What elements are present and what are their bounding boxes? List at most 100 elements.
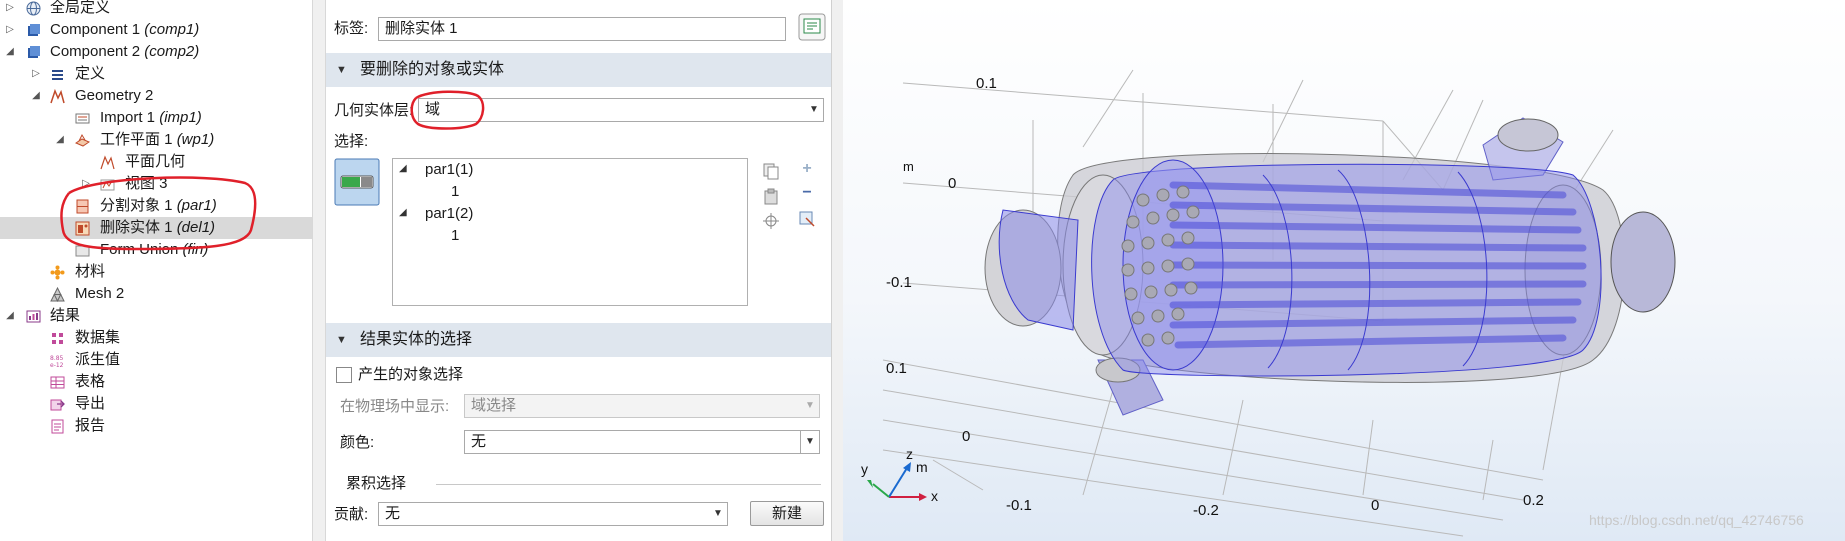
- expand-icon[interactable]: ▷: [4, 19, 16, 41]
- x-tick-label: 0: [1371, 497, 1380, 514]
- selection-list-item[interactable]: par1(2): [425, 205, 473, 222]
- x-tick-label: -0.2: [1193, 502, 1219, 519]
- paste-selection-icon[interactable]: [762, 188, 780, 206]
- tree-item-import-1[interactable]: Import 1 (imp1): [0, 107, 312, 129]
- z-tick-label: 0: [948, 175, 957, 192]
- tree-item-label: 全局定义: [50, 0, 111, 16]
- collapse-icon[interactable]: ◢: [54, 129, 66, 151]
- tree-item-component-2[interactable]: ◢ Component 2 (comp2): [0, 41, 312, 63]
- section-objects-to-delete[interactable]: ▼ 要删除的对象或实体: [326, 53, 831, 87]
- collapse-icon[interactable]: ◢: [399, 207, 407, 218]
- red-annotation-circle: [60, 176, 257, 251]
- selection-list-item[interactable]: 1: [451, 183, 459, 200]
- show-in-physics-select[interactable]: 域选择 ▼: [464, 394, 820, 418]
- color-select[interactable]: 无 ▼: [464, 430, 820, 454]
- chevron-down-icon[interactable]: ▼: [805, 99, 823, 121]
- tree-item-reports[interactable]: 报告: [0, 415, 312, 437]
- triad-m-label: m: [916, 459, 928, 475]
- tree-item-geometry-2[interactable]: ◢ Geometry 2: [0, 85, 312, 107]
- collapse-icon[interactable]: ◢: [399, 163, 407, 174]
- copy-selection-icon[interactable]: [762, 162, 780, 180]
- build-selected-icon[interactable]: [798, 13, 826, 41]
- svg-text:8.85: 8.85: [50, 355, 64, 362]
- selection-list[interactable]: ◢ par1(1) 1 ◢ par1(2) 1: [392, 158, 748, 306]
- z-tick-label: -0.1: [886, 274, 912, 291]
- tree-item-tables[interactable]: 表格: [0, 371, 312, 393]
- model-builder-tree: ▷ 全局定义 ▷ Component 1 (comp1) ◢ Component…: [0, 0, 312, 541]
- new-button[interactable]: 新建: [750, 501, 824, 526]
- settings-panel: 标签: 删除实体 1 ▼ 要删除的对象或实体 几何实体层: 域 ▼ 选择: ◢ …: [326, 0, 831, 541]
- add-icon[interactable]: +: [798, 160, 816, 178]
- materials-icon: [50, 265, 65, 280]
- tree-item-export[interactable]: 导出: [0, 393, 312, 415]
- color-label: 颜色:: [340, 434, 375, 451]
- tree-item-label: 报告: [75, 417, 106, 434]
- selection-settings-icon[interactable]: [798, 210, 816, 228]
- tree-item-component-1[interactable]: ▷ Component 1 (comp1): [0, 19, 312, 41]
- tree-item-tag: (wp1): [176, 131, 215, 148]
- component-icon: [28, 46, 40, 58]
- section-collapse-icon[interactable]: ▼: [336, 53, 347, 87]
- x-tick-label: 0.2: [1523, 492, 1544, 509]
- result-checkbox-label: 产生的对象选择: [358, 366, 464, 383]
- expand-icon[interactable]: ▷: [30, 63, 42, 85]
- plane-geometry-icon: [100, 155, 115, 170]
- graphics-window[interactable]: y z m x 0.1 m 0 -0.1 0.1 0 -0.1 -0.2 0 0…: [843, 0, 1845, 541]
- tree-item-global-definitions[interactable]: ▷ 全局定义: [0, 0, 312, 19]
- tree-item-derived-values[interactable]: 8.85 e-12 派生值: [0, 349, 312, 371]
- tree-item-results[interactable]: ◢ 结果: [0, 305, 312, 327]
- collapse-icon[interactable]: ◢: [30, 85, 42, 107]
- zoom-to-selection-icon[interactable]: [762, 212, 780, 230]
- remove-icon[interactable]: −: [798, 184, 816, 202]
- tree-item-mesh-2[interactable]: Mesh 2: [0, 283, 312, 305]
- svg-text:e-12: e-12: [50, 362, 64, 368]
- tree-item-materials[interactable]: 材料: [0, 261, 312, 283]
- section-result-selection[interactable]: ▼ 结果实体的选择: [326, 323, 831, 357]
- tree-item-label: 导出: [75, 395, 106, 412]
- tree-item-definitions[interactable]: ▷ 定义: [0, 63, 312, 85]
- results-icon: [26, 310, 41, 323]
- cumulative-selection-label: 累积选择: [346, 475, 407, 492]
- collapse-icon[interactable]: ◢: [4, 41, 16, 63]
- tree-item-tag: (comp1): [144, 21, 200, 38]
- tree-item-tag: (comp2): [144, 43, 200, 60]
- selection-list-item[interactable]: par1(1): [425, 161, 473, 178]
- z-unit-label: m: [903, 159, 914, 174]
- selection-list-item[interactable]: 1: [451, 227, 459, 244]
- expand-icon[interactable]: ▷: [4, 0, 16, 19]
- collapse-icon[interactable]: ◢: [4, 305, 16, 327]
- datasets-icon: [52, 333, 63, 344]
- show-in-physics-value: 域选择: [471, 397, 517, 414]
- tree-item-label: Component 1: [50, 21, 141, 38]
- chevron-down-icon[interactable]: ▼: [709, 503, 727, 525]
- work-plane-icon: [75, 133, 90, 147]
- x-tick-label: -0.1: [1006, 497, 1032, 514]
- tree-item-label: 表格: [75, 373, 106, 390]
- section-title: 结果实体的选择: [360, 331, 473, 348]
- tree-splitter[interactable]: [312, 0, 326, 541]
- tube-bundle: [1169, 181, 1587, 349]
- result-selection-checkbox[interactable]: [336, 367, 352, 383]
- tree-item-label: 数据集: [75, 329, 121, 346]
- red-annotation-circle: [410, 90, 485, 130]
- globe-icon: [26, 1, 41, 16]
- chevron-down-icon[interactable]: ▼: [800, 431, 819, 453]
- definitions-icon: [52, 70, 63, 80]
- export-icon: [50, 399, 65, 411]
- triad-x-label: x: [931, 488, 938, 504]
- geometry-icon: [50, 89, 65, 104]
- graphics-splitter[interactable]: [831, 0, 843, 541]
- color-value: 无: [471, 433, 487, 450]
- contribute-select[interactable]: 无 ▼: [378, 502, 728, 526]
- tree-item-label: 定义: [75, 65, 106, 82]
- tree-item-datasets[interactable]: 数据集: [0, 327, 312, 349]
- chevron-down-icon[interactable]: ▼: [801, 395, 819, 417]
- tree-item-plane-geometry[interactable]: 平面几何: [0, 151, 312, 173]
- tree-item-label: 材料: [75, 263, 106, 280]
- tree-item-work-plane-1[interactable]: ◢ 工作平面 1 (wp1): [0, 129, 312, 151]
- section-collapse-icon[interactable]: ▼: [336, 323, 347, 357]
- section-title: 要删除的对象或实体: [360, 61, 505, 78]
- import-icon: [75, 113, 90, 124]
- tag-input[interactable]: 删除实体 1: [378, 17, 786, 41]
- selection-toggle-icon[interactable]: [334, 158, 380, 206]
